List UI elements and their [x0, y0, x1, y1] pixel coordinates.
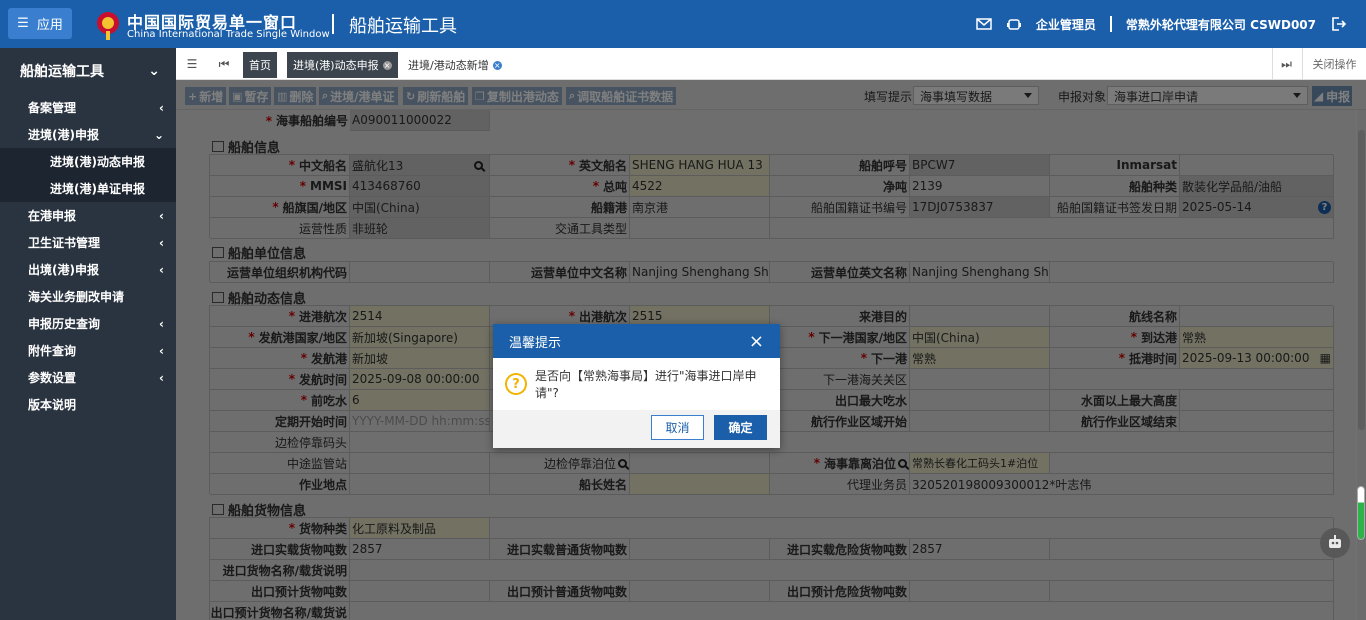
- confirm-button[interactable]: 确定: [714, 415, 767, 440]
- close-icon[interactable]: ×: [382, 60, 392, 70]
- tab-scroll-right-icon[interactable]: ⏭: [1272, 48, 1300, 80]
- top-right-area: 企业管理员 常熟外轮代理有限公司 CSWD007: [976, 0, 1346, 48]
- chevron-left-icon: ‹: [159, 208, 164, 223]
- chevron-left-icon: ‹: [159, 316, 164, 331]
- sidebar-item-entry-dynamic[interactable]: 进境(港)动态申报: [0, 148, 176, 175]
- tab-scroll-left-icon[interactable]: ⏮: [210, 48, 238, 80]
- user-role[interactable]: 企业管理员: [1036, 16, 1096, 33]
- brand-name-en: China International Trade Single Window: [127, 29, 330, 40]
- chevron-down-icon: ⌄: [148, 63, 160, 79]
- app-menu-label: 应用: [36, 18, 63, 33]
- tab-bar: ☰ ⏮ 首页 进境(港)动态申报 × 进境/港动态新增 × ⏭ 关闭操作: [176, 48, 1366, 80]
- chevron-left-icon: ‹: [159, 370, 164, 385]
- close-operations-button[interactable]: 关闭操作: [1302, 48, 1366, 80]
- hamburger-icon: ☰: [17, 16, 29, 31]
- dialog-footer: 取消 确定: [493, 410, 780, 448]
- chevron-left-icon: ‹: [159, 235, 164, 250]
- sidebar-item-exit-declaration[interactable]: 出境(港)申报 ‹: [0, 256, 176, 283]
- company-name[interactable]: 常熟外轮代理有限公司 CSWD007: [1126, 16, 1316, 33]
- title-divider: [332, 14, 334, 34]
- app-title: 船舶运输工具: [349, 16, 457, 37]
- sidebar-item-version[interactable]: 版本说明: [0, 391, 176, 418]
- sidebar-item-entry-document[interactable]: 进境(港)单证申报: [0, 175, 176, 202]
- dialog-title: 温馨提示: [509, 335, 562, 351]
- top-bar: ☰ 应用 中国国际贸易单一窗口 China International Trad…: [0, 0, 1366, 48]
- sidebar-title[interactable]: 船舶运输工具 ⌄: [0, 48, 176, 94]
- chevron-left-icon: ‹: [159, 262, 164, 277]
- support-icon[interactable]: [1006, 16, 1022, 32]
- sidebar-item-history[interactable]: 申报历史查询 ‹: [0, 310, 176, 337]
- dialog-message: 是否向【常熟海事局】进行"海事进口岸申请"?: [534, 369, 757, 400]
- sidebar-item-settings[interactable]: 参数设置 ‹: [0, 364, 176, 391]
- question-icon: ?: [505, 373, 527, 395]
- close-icon[interactable]: ×: [749, 331, 764, 352]
- confirm-dialog: 温馨提示 × ? 是否向【常熟海事局】进行"海事进口岸申请"? 取消 确定: [493, 324, 780, 448]
- app-menu-button[interactable]: ☰ 应用: [8, 8, 72, 39]
- chevron-left-icon: ‹: [159, 100, 164, 115]
- single-window-logo: [97, 12, 119, 40]
- sidebar-item-filing[interactable]: 备案管理 ‹: [0, 94, 176, 121]
- mail-icon[interactable]: [976, 18, 992, 30]
- sidebar-item-entry-declaration[interactable]: 进境(港)申报 ⌄: [0, 121, 176, 148]
- dialog-body: ? 是否向【常熟海事局】进行"海事进口岸申请"?: [493, 358, 780, 410]
- tab-entry-dynamic[interactable]: 进境(港)动态申报 ×: [287, 52, 398, 78]
- sidebar: 船舶运输工具 ⌄ 备案管理 ‹ 进境(港)申报 ⌄ 进境(港)动态申报 进境(港)单…: [0, 48, 176, 620]
- tab-entry-dynamic-new[interactable]: 进境/港动态新增 ×: [402, 52, 508, 78]
- sidebar-item-customs-amend[interactable]: 海关业务删改申请: [0, 283, 176, 310]
- tab-home[interactable]: 首页: [243, 52, 277, 78]
- user-divider: [1109, 16, 1112, 32]
- dialog-header: 温馨提示 ×: [493, 324, 780, 358]
- sidebar-item-in-port[interactable]: 在港申报 ‹: [0, 202, 176, 229]
- sidebar-item-health-cert[interactable]: 卫生证书管理 ‹: [0, 229, 176, 256]
- robot-icon: [1329, 535, 1341, 548]
- assistant-robot-icon[interactable]: [1320, 528, 1350, 558]
- menu-toggle-icon[interactable]: ☰: [178, 48, 206, 80]
- sidebar-item-attachments[interactable]: 附件查询 ‹: [0, 337, 176, 364]
- progress-indicator: [1357, 486, 1365, 540]
- cancel-button[interactable]: 取消: [651, 415, 704, 440]
- chevron-left-icon: ‹: [159, 343, 164, 358]
- close-icon[interactable]: ×: [492, 60, 502, 70]
- chevron-down-icon: ⌄: [153, 127, 164, 142]
- logout-icon[interactable]: [1330, 16, 1346, 32]
